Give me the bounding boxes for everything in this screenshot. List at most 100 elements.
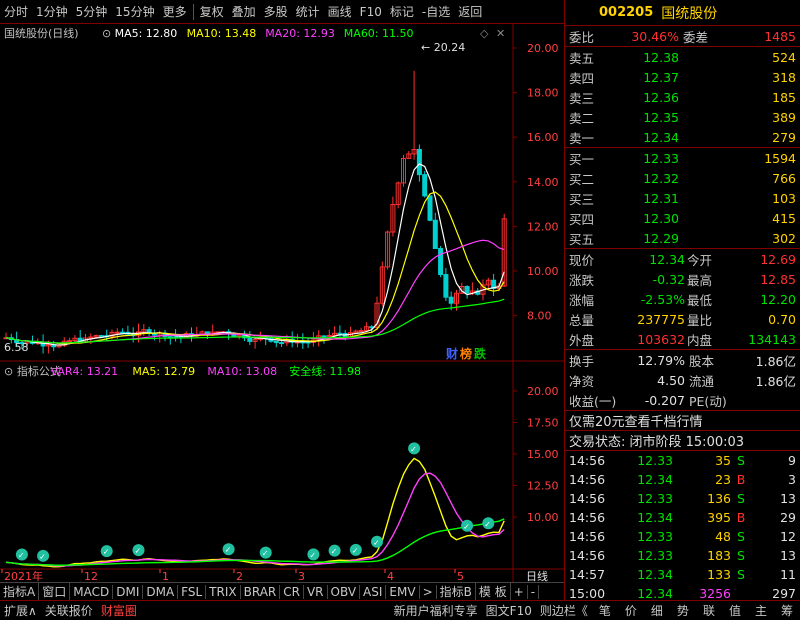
quote-row: 买三 12.31 103 xyxy=(565,188,800,208)
tick-time: 14:56 xyxy=(569,453,606,468)
toolbar-item[interactable]: 多股 xyxy=(260,3,292,20)
quote-block: 现价 12.34 今开 12.69 涨跌 -0.32 最高 12.85 涨幅 -2.53% 最低 12… xyxy=(565,248,800,349)
badge-icon: 跌 xyxy=(474,346,487,361)
toolbar-item[interactable]: 15分钟 xyxy=(111,3,158,20)
promo-link[interactable]: 仅需20元查看千档行情 xyxy=(569,411,703,430)
indicator-tab[interactable]: ASI xyxy=(360,584,387,599)
x-tick-label: 12 xyxy=(84,570,98,582)
indicator-tab[interactable]: 窗口 xyxy=(39,583,71,600)
toolbar-separator xyxy=(192,3,194,20)
toolbar-item[interactable]: 画线 xyxy=(324,3,356,20)
tick-price: 12.33 xyxy=(637,453,673,468)
indicator-tab[interactable]: FSL xyxy=(178,584,207,599)
order-price: 12.34 xyxy=(643,129,679,145)
sub-y-tick-label: 20.00 xyxy=(527,385,559,398)
indicator-tab[interactable]: MACD xyxy=(70,584,114,599)
tick-side: B xyxy=(736,472,746,487)
toolbar-item[interactable]: 标记 xyxy=(386,3,418,20)
quote-label: 内盘 xyxy=(687,332,713,348)
order-volume: 103 xyxy=(772,190,796,206)
candle-body xyxy=(247,337,253,342)
indicator-tab[interactable]: BRAR xyxy=(241,584,281,599)
indicator-tab[interactable]: - xyxy=(528,584,540,599)
bottom-item[interactable]: 新用户福利专享 xyxy=(390,602,482,619)
indicator-tab[interactable]: CR xyxy=(280,584,304,599)
tick-price: 12.34 xyxy=(637,510,673,525)
quote-value: 134143 xyxy=(748,331,796,347)
quote-row: 卖三 12.36 185 xyxy=(565,87,800,107)
settings-icon: ⊙ xyxy=(102,27,111,40)
quote-row: 卖五 12.38 524 xyxy=(565,47,800,67)
toolbar-item[interactable]: 叠加 xyxy=(228,3,260,20)
toolbar-item[interactable]: 分时 xyxy=(0,3,32,20)
order-price: 12.35 xyxy=(643,109,679,125)
fin-label: 收益(一) xyxy=(569,393,617,409)
toolbar-item[interactable]: 1分钟 xyxy=(32,3,72,20)
toolbar-item[interactable]: 更多 xyxy=(159,3,191,20)
tick-volume: 183 xyxy=(707,548,731,563)
bottom-item[interactable]: 扩展∧ xyxy=(0,602,41,619)
toolbar-item[interactable]: -自选 xyxy=(418,3,454,20)
toolbar-item[interactable]: 5分钟 xyxy=(72,3,112,20)
quote-value: 103632 xyxy=(637,331,685,347)
tick-side: S xyxy=(737,491,745,506)
signal-icon: ✓ xyxy=(410,445,417,454)
toolbar-item[interactable]: 复权 xyxy=(196,3,228,20)
toolbar-item[interactable]: 统计 xyxy=(292,3,324,20)
bottom-item[interactable]: 图文F10 xyxy=(482,602,536,619)
indicator-tab[interactable]: 指标B xyxy=(437,583,476,600)
indicator-tab[interactable]: VR xyxy=(304,584,328,599)
bottom-panel-icon[interactable]: 细 xyxy=(644,602,670,619)
indicator-tab[interactable]: OBV xyxy=(328,584,361,599)
tick-time: 14:56 xyxy=(569,548,606,563)
y-tick-label: 12.00 xyxy=(527,220,559,233)
toolbar-item[interactable]: F10 xyxy=(356,5,386,19)
bottom-panel-icon[interactable]: 价 xyxy=(618,602,644,619)
order-price: 12.38 xyxy=(643,49,679,65)
order-volume: 279 xyxy=(772,129,796,145)
kline-chart[interactable]: 国统股份(日线) ⊙ MA5: 12.80 MA10: 13.48 MA20: 12.9… xyxy=(0,24,564,582)
wc-value: 1485 xyxy=(764,28,796,44)
quote-value: 12.20 xyxy=(760,291,796,307)
quote-label: 最低 xyxy=(687,292,713,308)
indicator-tab[interactable]: 模 板 xyxy=(476,583,511,600)
tick-count: 12 xyxy=(780,529,796,544)
order-level-label: 买二 xyxy=(569,171,595,187)
bottom-panel-icon[interactable]: 筹 xyxy=(774,602,800,619)
bottom-panel-icon[interactable]: 联 xyxy=(696,602,722,619)
x-tick-label: 2 xyxy=(236,570,243,582)
indicator-tab[interactable]: 指标A xyxy=(0,583,40,600)
bottom-item[interactable]: 财富圈 xyxy=(97,602,141,619)
bottom-panel-icon[interactable]: 值 xyxy=(722,602,748,619)
safe-line-label: 安全线: 11.98 xyxy=(289,364,361,378)
bottom-panel-icon[interactable]: 笔 xyxy=(592,602,618,619)
toolbar-item[interactable]: 返回 xyxy=(454,3,486,20)
quote-row: 涨跌 -0.32 最高 12.85 xyxy=(565,269,800,289)
badge-icon: 财 xyxy=(445,346,458,361)
quote-label: 现价 xyxy=(569,252,595,268)
candle-body xyxy=(167,336,173,339)
indicator-tab[interactable]: + xyxy=(511,584,528,599)
quote-row: 仅需20元查看千档行情 xyxy=(565,410,800,430)
indicator-tab[interactable]: EMV xyxy=(386,584,420,599)
tick-price: 12.33 xyxy=(637,491,673,506)
chart-area[interactable]: 国统股份(日线) ⊙ MA5: 12.80 MA10: 13.48 MA20: 12.9… xyxy=(0,24,564,596)
quote-label: 涨幅 xyxy=(569,292,595,308)
candle-body xyxy=(443,274,449,298)
candle-body xyxy=(326,334,332,337)
indicator-tab[interactable]: TRIX xyxy=(206,584,241,599)
indicator-tab[interactable]: DMI xyxy=(113,584,144,599)
tick-count: 13 xyxy=(780,491,796,506)
order-volume: 185 xyxy=(772,89,796,105)
bottom-panel-icon[interactable]: 势 xyxy=(670,602,696,619)
bottom-panel-icon[interactable]: 主 xyxy=(748,602,774,619)
bottom-item[interactable]: 关联报价 xyxy=(41,602,97,619)
bottom-item[interactable]: 则边栏《 xyxy=(536,602,592,619)
tick-side: S xyxy=(737,529,745,544)
x-tick-label: 2021年 xyxy=(4,569,43,582)
candle-body xyxy=(432,219,438,249)
tick-time: 14:56 xyxy=(569,472,606,487)
indicator-tab[interactable]: > xyxy=(420,584,437,599)
quote-row: 交易状态: 闭市阶段 15:00:03 xyxy=(565,430,800,450)
indicator-tab[interactable]: DMA xyxy=(143,584,179,599)
